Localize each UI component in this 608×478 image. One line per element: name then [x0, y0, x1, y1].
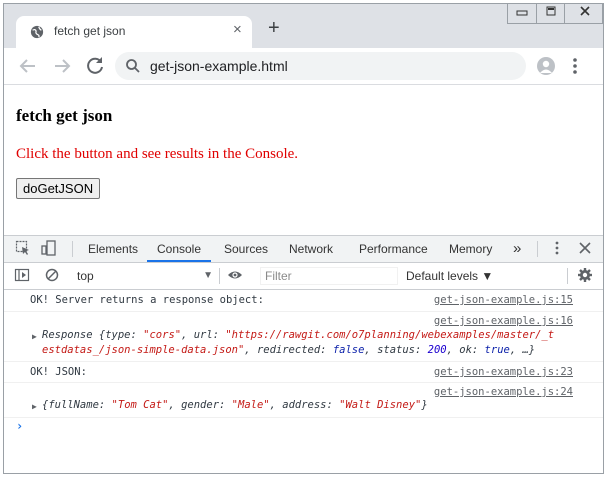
inspect-element-icon[interactable] [15, 240, 31, 256]
dropdown-arrow-icon: ▼ [203, 270, 213, 281]
forward-arrow-icon[interactable] [50, 54, 74, 78]
devtools-menu-icon[interactable] [549, 240, 565, 256]
source-link[interactable]: get-json-example.js:24 [434, 386, 573, 398]
tab-strip: fetch get json × + [4, 4, 603, 48]
settings-gear-icon[interactable] [577, 267, 593, 283]
console-message: OK! Server returns a response object: ge… [4, 290, 603, 312]
console-prompt-icon[interactable]: › [16, 419, 23, 433]
tab-performance[interactable]: Performance [359, 236, 428, 262]
devtools-panel: Elements Console Sources Network Perform… [4, 235, 603, 473]
devtools-tabbar: Elements Console Sources Network Perform… [4, 236, 603, 263]
tab-sources[interactable]: Sources [224, 236, 268, 262]
reload-icon[interactable] [83, 54, 107, 78]
response-object-preview-cont: estdatas_/json-simple-data.json", redire… [42, 344, 536, 356]
source-link[interactable]: get-json-example.js:16 [434, 315, 573, 327]
clear-console-icon[interactable] [44, 267, 60, 283]
divider [219, 268, 220, 284]
maximize-button[interactable] [536, 4, 565, 23]
minimize-button[interactable] [508, 4, 536, 23]
log-levels-dropdown[interactable]: Default levels ▼ [406, 267, 493, 285]
console-message: OK! JSON: get-json-example.js:23 [4, 362, 603, 383]
page-title: fetch get json [16, 106, 113, 125]
url-text: get-json-example.html [150, 58, 288, 74]
globe-icon [30, 25, 44, 39]
expand-arrow-icon[interactable]: ▶ [32, 402, 37, 411]
address-bar[interactable]: get-json-example.html [115, 52, 526, 80]
console-message: get-json-example.js:24 ▶ {fullName: "Tom… [4, 383, 603, 418]
divider [537, 241, 538, 257]
console-message: get-json-example.js:16 ▶ Response {type:… [4, 312, 603, 362]
more-tabs-icon[interactable]: » [513, 236, 521, 262]
source-link[interactable]: get-json-example.js:15 [434, 294, 573, 306]
close-devtools-icon[interactable] [577, 240, 593, 256]
context-value: top [77, 269, 94, 283]
tab-memory[interactable]: Memory [449, 236, 492, 262]
window-close-button[interactable] [564, 4, 603, 23]
divider [567, 268, 568, 284]
page-content: fetch get json Click the button and see … [4, 85, 603, 235]
tab-elements[interactable]: Elements [88, 236, 138, 262]
tab-network[interactable]: Network [289, 236, 333, 262]
browser-tab[interactable]: fetch get json × [16, 16, 252, 48]
device-toolbar-icon[interactable] [41, 240, 57, 256]
maximize-icon [546, 6, 556, 16]
console-toolbar: top ▼ Default levels ▼ [4, 263, 603, 290]
tab-close-icon[interactable]: × [233, 22, 242, 38]
eye-icon[interactable] [227, 267, 243, 283]
browser-toolbar: get-json-example.html [4, 48, 603, 85]
filter-input[interactable] [260, 267, 398, 285]
window-controls [507, 4, 603, 24]
browser-menu-icon[interactable] [571, 56, 579, 76]
back-arrow-icon[interactable] [16, 54, 40, 78]
json-object-preview[interactable]: {fullName: "Tom Cat", gender: "Male", ad… [42, 399, 428, 411]
do-get-json-button[interactable]: doGetJSON [16, 178, 101, 199]
divider [72, 241, 73, 257]
expand-arrow-icon[interactable]: ▶ [32, 332, 37, 341]
close-icon [580, 6, 590, 16]
minimize-icon [516, 10, 528, 16]
console-log-text: OK! Server returns a response object: [30, 294, 264, 306]
search-icon [126, 59, 140, 73]
profile-avatar-icon[interactable] [537, 57, 555, 75]
console-output: OK! Server returns a response object: ge… [4, 290, 603, 473]
browser-window: fetch get json × + get-json-example.html… [3, 3, 604, 474]
context-selector[interactable]: top ▼ [77, 267, 213, 285]
new-tab-button[interactable]: + [268, 18, 280, 38]
sidebar-toggle-icon[interactable] [14, 267, 30, 283]
console-log-text: OK! JSON: [30, 366, 87, 378]
response-object-preview[interactable]: Response {type: "cors", url: "https://ra… [42, 329, 554, 341]
page-instruction: Click the button and see results in the … [16, 146, 299, 162]
source-link[interactable]: get-json-example.js:23 [434, 366, 573, 378]
tab-console[interactable]: Console [147, 236, 211, 262]
tab-title: fetch get json [54, 24, 126, 38]
